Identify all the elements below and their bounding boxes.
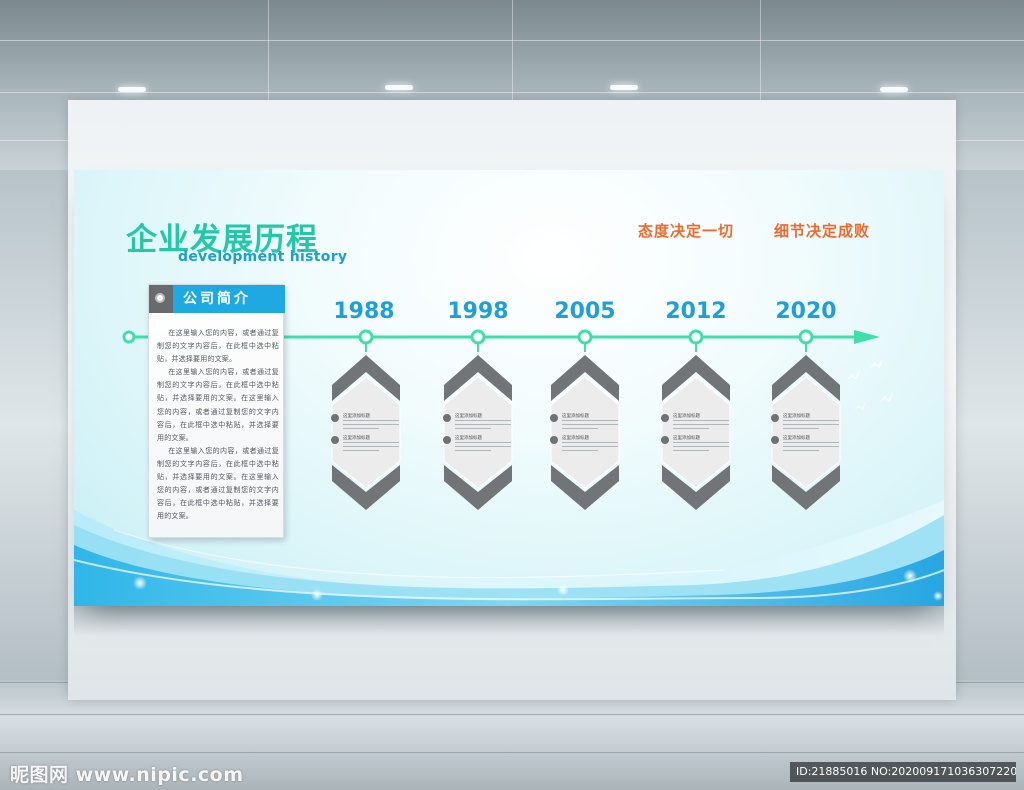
- image-icon: [771, 436, 779, 444]
- intro-tab: [149, 285, 173, 313]
- ceiling-lamp: [118, 87, 146, 92]
- card-text-line: [343, 424, 399, 425]
- user-icon: [771, 414, 779, 422]
- card-item-title: 这里添加标题: [343, 414, 370, 419]
- card-item: 这里添加标题: [771, 436, 841, 456]
- intro-body: 在这里输入您的内容，或者通过复制您的文字内容后，在此框中选中粘贴，并选择要用的文…: [157, 327, 279, 523]
- card-text-line: [455, 428, 491, 429]
- card-text-line: [562, 446, 618, 447]
- card-item: 这里添加标题: [443, 414, 513, 434]
- intro-paragraph: 在这里输入您的内容，或者通过复制您的文字内容后，在此框中选中粘贴，并选择要用的文…: [157, 368, 279, 442]
- card-item-title: 这里添加标题: [783, 436, 810, 441]
- banner-shadow: [74, 606, 944, 636]
- intro-paragraph: 在这里输入您的内容，或者通过复制您的文字内容后，在此框中选中粘贴，并选择要用的文…: [157, 446, 279, 521]
- ceiling-line: [760, 0, 761, 100]
- image-icon: [331, 436, 339, 444]
- card-text-line: [562, 442, 618, 443]
- card-text-line: [562, 428, 598, 429]
- card-text-line: [455, 424, 511, 425]
- card-text-line: [562, 420, 618, 421]
- card-item: 这里添加标题: [331, 414, 401, 434]
- ceiling-lamp: [385, 85, 413, 90]
- intro-paragraph: 在这里输入您的内容，或者通过复制您的文字内容后，在此框中选中粘贴，并选择要用的文…: [157, 329, 279, 364]
- image-icon: [661, 436, 669, 444]
- card-text-line: [455, 446, 511, 447]
- pin-icon: [155, 293, 165, 303]
- timeline-year: 1998: [447, 299, 509, 324]
- timeline-year: 2020: [775, 299, 837, 324]
- card-text-line: [783, 450, 819, 451]
- card-item-title: 这里添加标题: [455, 436, 482, 441]
- card-item: 这里添加标题: [661, 414, 731, 434]
- card-item: 这里添加标题: [550, 414, 620, 434]
- card-text-line: [783, 428, 819, 429]
- left-wall: [0, 170, 68, 680]
- floor-line: [0, 714, 1024, 715]
- timeline-start-dot: [122, 330, 136, 344]
- card-item-title: 这里添加标题: [562, 414, 589, 419]
- ceiling-lamp: [610, 85, 638, 90]
- site-watermark: 昵图网 www.nipic.com: [10, 764, 244, 786]
- card-text-line: [343, 446, 399, 447]
- card-text-line: [343, 450, 379, 451]
- card-item-title: 这里添加标题: [562, 436, 589, 441]
- card-item: 这里添加标题: [661, 436, 731, 456]
- card-text-line: [455, 442, 511, 443]
- card-item: 这里添加标题: [443, 436, 513, 456]
- card-item: 这里添加标题: [331, 436, 401, 456]
- card-item: 这里添加标题: [550, 436, 620, 456]
- card-text-line: [562, 424, 618, 425]
- card-item-title: 这里添加标题: [455, 414, 482, 419]
- card-text-line: [343, 428, 379, 429]
- timeline-year: 2005: [554, 299, 616, 324]
- intro-header: 公司简介: [149, 285, 285, 313]
- user-icon: [443, 414, 451, 422]
- card-item-title: 这里添加标题: [343, 436, 370, 441]
- ceiling-line: [268, 0, 269, 100]
- card-text-line: [783, 446, 839, 447]
- user-icon: [331, 414, 339, 422]
- card-text-line: [783, 420, 839, 421]
- card-item: 这里添加标题: [771, 414, 841, 434]
- timeline-node: [688, 329, 704, 345]
- right-wall: [956, 170, 1024, 680]
- user-icon: [661, 414, 669, 422]
- company-intro-box: 公司简介 在这里输入您的内容，或者通过复制您的文字内容后，在此框中选中粘贴，并选…: [148, 284, 285, 538]
- card-text-line: [673, 446, 729, 447]
- card-text-line: [562, 450, 598, 451]
- card-item-title: 这里添加标题: [783, 414, 810, 419]
- card-item-title: 这里添加标题: [673, 436, 700, 441]
- image-id-label: ID:21885016 NO:20200917103630722000: [790, 762, 1016, 782]
- ceiling-lamp: [880, 87, 908, 92]
- card-text-line: [673, 442, 729, 443]
- timeline-arrow-head: [854, 330, 880, 344]
- user-icon: [550, 414, 558, 422]
- timeline-year: 1988: [333, 299, 395, 324]
- ceiling-line: [512, 0, 513, 100]
- card-text-line: [783, 424, 839, 425]
- card-text-line: [783, 442, 839, 443]
- card-text-line: [343, 442, 399, 443]
- image-icon: [550, 436, 558, 444]
- card-text-line: [673, 450, 709, 451]
- card-text-line: [673, 424, 729, 425]
- timeline-node: [577, 329, 593, 345]
- timeline-node: [798, 329, 814, 345]
- history-banner: 企业发展历程 development history 态度决定一切 细节决定成败…: [74, 170, 944, 606]
- timeline-year: 2012: [665, 299, 727, 324]
- page-subtitle: development history: [178, 249, 348, 265]
- timeline-node: [358, 329, 374, 345]
- card-item-title: 这里添加标题: [673, 414, 700, 419]
- timeline-node: [470, 329, 486, 345]
- card-text-line: [455, 420, 511, 421]
- slogan-left: 态度决定一切: [638, 222, 735, 240]
- card-text-line: [455, 450, 491, 451]
- card-text-line: [673, 428, 709, 429]
- intro-heading: 公司简介: [173, 285, 285, 313]
- image-icon: [443, 436, 451, 444]
- card-text-line: [343, 420, 399, 421]
- floor-line: [0, 752, 1024, 753]
- slogan-right: 细节决定成败: [774, 222, 871, 240]
- card-text-line: [673, 420, 729, 421]
